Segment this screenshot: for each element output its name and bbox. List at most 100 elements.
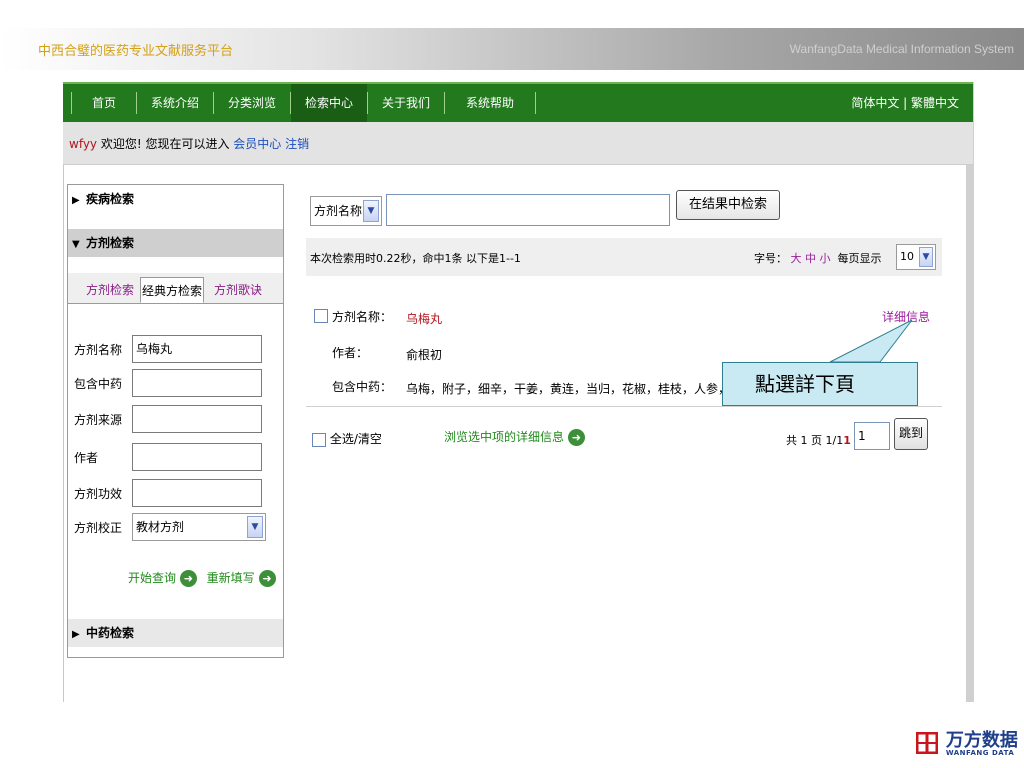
efficacy-input[interactable] (132, 479, 262, 507)
wanfang-logo-icon (915, 731, 939, 755)
result-herbs-label: 包含中药： (332, 380, 393, 394)
tab-formula-search[interactable]: 方剂检索 (82, 277, 138, 303)
select-all-control[interactable]: 全选/清空 (312, 430, 382, 447)
form-row-author: 作者 (68, 443, 283, 471)
reset-link[interactable]: 重新填写 (207, 571, 255, 585)
username: wfyy (69, 137, 98, 151)
tab-classic-formula-search[interactable]: 经典方检索 (140, 277, 204, 303)
form-row-herbs: 包含中药 (68, 369, 283, 397)
sidebar-section-formula[interactable]: ▼ 方剂检索 (68, 229, 283, 257)
result-info-bar: 本次检索用时0.22秒，命中1条 以下是1--1 字号： 大 中 小 每页显示 … (306, 238, 942, 276)
sidebar-section-label: 疾病检索 (86, 192, 135, 206)
font-size-label: 字号： (754, 252, 787, 265)
sidebar-section-label: 中药检索 (86, 626, 135, 640)
form-row-source: 方剂来源 (68, 405, 283, 433)
pager-summary: 共 1 页 1/11 (786, 432, 851, 448)
arrow-right-circle-icon[interactable]: ➜ (179, 570, 197, 587)
sidebar-actions: 开始查询 ➜ 重新填写 ➜ (128, 569, 276, 587)
pager-summary-text: 共 1 页 1/1 (786, 434, 844, 447)
select-all-label: 全选/清空 (329, 432, 382, 446)
start-query-link[interactable]: 开始查询 (128, 571, 176, 585)
pager-current-page[interactable]: 1 (843, 434, 851, 447)
nav-separator (535, 92, 536, 114)
logo-text-cn: 万方数据 (945, 730, 1018, 751)
collapsed-triangle-icon: ▶ (72, 629, 80, 640)
sidebar-tabs: 方剂检索 经典方检索 方剂歌诀 (68, 273, 283, 304)
result-checkbox[interactable] (314, 308, 328, 323)
arrow-right-circle-icon[interactable]: ➜ (258, 570, 276, 587)
logout-link[interactable]: 注销 (285, 137, 309, 151)
font-size-large[interactable]: 大 (791, 252, 802, 265)
correction-select[interactable]: 教材方剂 ▼ (132, 513, 266, 541)
result-name-link[interactable]: 乌梅丸 (406, 310, 442, 327)
nav-about-us[interactable]: 关于我们 (368, 84, 444, 122)
nav-home[interactable]: 首页 (72, 84, 136, 122)
form-row-efficacy: 方剂功效 (68, 479, 283, 507)
expanded-triangle-icon: ▼ (72, 239, 80, 250)
banner-title: 中西合璧的医药专业文献服务平台 (38, 44, 234, 59)
chevron-down-icon[interactable]: ▼ (363, 200, 379, 222)
main-nav: 首页 系统介绍 分类浏览 检索中心 关于我们 系统帮助 简体中文 | 繁體中文 (63, 82, 973, 122)
result-author: 俞根初 (406, 348, 443, 362)
callout-pointer (829, 319, 913, 363)
field-label: 方剂来源 (74, 413, 123, 427)
search-sidebar: ▶ 疾病检索 ▼ 方剂检索 方剂检索 经典方检索 方剂歌诀 方剂名称 乌梅丸 包含中… (67, 184, 284, 658)
field-label: 方剂名称 (74, 343, 123, 357)
banner-subtitle: WanfangData Medical Information System (789, 42, 1014, 56)
sidebar-section-disease[interactable]: ▶ 疾病检索 (68, 185, 283, 213)
per-page-label: 每页显示 (837, 252, 882, 265)
sidebar-section-label: 方剂检索 (86, 236, 135, 250)
logo-text-en: WANFANG DATA (945, 749, 1015, 757)
member-center-link[interactable]: 会员中心 (233, 137, 281, 151)
welcome-greeting: 欢迎您! 您现在可以进入 (97, 137, 234, 151)
tab-formula-verse[interactable]: 方剂歌诀 (208, 277, 268, 303)
nav-category-browse[interactable]: 分类浏览 (214, 84, 290, 122)
wanfang-logo: 万方数据 WANFANG DATA (915, 730, 1018, 757)
browse-selected-link[interactable]: 浏览选中项的详细信息 (444, 430, 564, 444)
nav-search-center[interactable]: 检索中心 (291, 84, 367, 122)
source-input[interactable] (132, 405, 262, 433)
herbs-input[interactable] (132, 369, 262, 397)
checkbox[interactable] (314, 308, 328, 323)
correction-select-value: 教材方剂 (136, 520, 185, 534)
result-divider (306, 406, 942, 407)
result-stats: 本次检索用时0.22秒，命中1条 以下是1--1 (310, 252, 521, 265)
page-jump-input[interactable]: 1 (854, 422, 890, 450)
welcome-text: wfyy 欢迎您! 您现在可以进入 会员中心 注销 (69, 135, 309, 152)
welcome-bar: wfyy 欢迎您! 您现在可以进入 会员中心 注销 (63, 122, 973, 165)
search-field-value: 方剂名称 (314, 204, 363, 218)
nav-system-intro[interactable]: 系统介绍 (137, 84, 213, 122)
form-row-formula-name: 方剂名称 乌梅丸 (68, 335, 283, 363)
annotation-callout: 點選詳下頁 (722, 362, 918, 406)
result-name-label: 方剂名称： (332, 310, 393, 324)
per-page-value: 10 (900, 250, 914, 263)
select-all-checkbox[interactable] (312, 432, 326, 447)
jump-button[interactable]: 跳到 (894, 418, 928, 450)
result-author-label: 作者： (332, 346, 369, 360)
sidebar-section-herb[interactable]: ▶ 中药检索 (68, 619, 283, 647)
chevron-down-icon[interactable]: ▼ (919, 247, 933, 267)
nav-system-help[interactable]: 系统帮助 (445, 84, 535, 122)
page-frame-left (63, 82, 64, 702)
language-switch[interactable]: 简体中文 | 繁體中文 (851, 84, 959, 122)
font-size-control: 字号： 大 中 小 每页显示 (754, 250, 882, 266)
form-row-correction: 方剂校正 教材方剂 ▼ (68, 513, 283, 541)
font-size-small[interactable]: 小 (820, 252, 831, 265)
result-herbs: 乌梅，附子，细辛，干姜，黄连，当归，花椒，桂枝，人参，黄柏 (406, 382, 726, 396)
field-label: 方剂功效 (74, 487, 123, 501)
author-input[interactable] (132, 443, 262, 471)
formula-name-input[interactable]: 乌梅丸 (132, 335, 262, 363)
field-label: 方剂校正 (74, 521, 123, 535)
keyword-input[interactable] (386, 194, 670, 226)
collapsed-triangle-icon: ▶ (72, 195, 80, 206)
per-page-select[interactable]: 10 ▼ (896, 244, 936, 270)
field-label: 作者 (74, 451, 99, 465)
font-size-medium[interactable]: 中 (805, 252, 816, 265)
field-label: 包含中药 (74, 377, 123, 391)
browse-selected-control[interactable]: 浏览选中项的详细信息 ➜ (444, 428, 585, 446)
arrow-right-circle-icon[interactable]: ➜ (567, 429, 585, 446)
chevron-down-icon[interactable]: ▼ (247, 516, 263, 538)
page-scrollbar[interactable] (966, 82, 974, 702)
search-in-results-button[interactable]: 在结果中检索 (676, 190, 780, 220)
search-field-select[interactable]: 方剂名称 ▼ (310, 196, 382, 226)
